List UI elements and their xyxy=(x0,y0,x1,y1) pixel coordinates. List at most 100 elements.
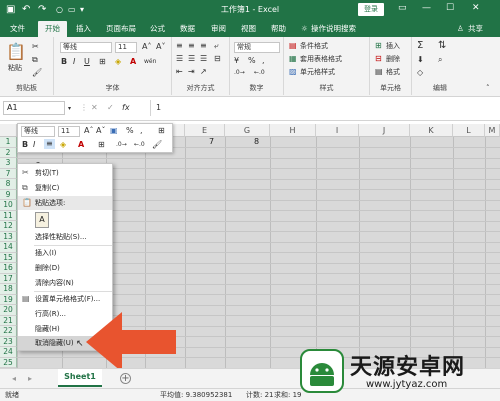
mini-grow-font-icon[interactable]: Aˆ xyxy=(84,126,93,136)
mini-font-color-icon[interactable]: A xyxy=(78,140,84,150)
row-header[interactable]: 23 xyxy=(0,336,17,347)
align-bottom-icon[interactable]: ≡ xyxy=(200,41,207,51)
align-center-icon[interactable]: ☰ xyxy=(188,54,195,64)
tab-file[interactable]: 文件 xyxy=(10,23,25,35)
scroll-left-icon[interactable]: ◂ xyxy=(12,374,16,384)
table-format-button[interactable]: 套用表格格式 xyxy=(300,54,342,64)
login-button[interactable]: 登录 xyxy=(358,3,384,16)
percent-button[interactable]: % xyxy=(248,56,256,66)
share-icon[interactable]: ♙ xyxy=(457,23,464,35)
find-select-icon[interactable]: ⌕ xyxy=(438,55,442,65)
mini-comma-button[interactable]: , xyxy=(140,126,143,136)
formula-input[interactable]: 1 xyxy=(156,103,161,113)
sort-filter-icon[interactable]: ⇅ xyxy=(438,41,446,51)
increase-decimal-icon[interactable]: .0→ xyxy=(234,68,245,78)
row-header[interactable]: 3 xyxy=(0,158,17,169)
format-painter-icon[interactable]: 🖌 xyxy=(32,68,42,78)
row-header[interactable]: 18 xyxy=(0,284,17,295)
tab-review[interactable]: 审阅 xyxy=(211,23,226,35)
sheet-tab[interactable]: Sheet1 xyxy=(58,369,102,387)
row-header[interactable]: 24 xyxy=(0,347,17,358)
clear-icon[interactable]: ◇ xyxy=(417,68,423,78)
fill-icon[interactable]: ⬇ xyxy=(417,55,424,65)
name-box-dropdown-icon[interactable]: ▾ xyxy=(68,104,71,114)
phonetic-icon[interactable]: wén xyxy=(144,57,156,67)
select-all-corner[interactable] xyxy=(0,124,17,137)
mini-shrink-font-icon[interactable]: Aˇ xyxy=(96,126,105,136)
row-header[interactable]: 21 xyxy=(0,315,17,326)
row-header[interactable]: 2 xyxy=(0,147,17,158)
font-size-combo[interactable]: 11 xyxy=(115,42,137,53)
column-header[interactable]: E xyxy=(185,124,225,137)
mini-increase-decimal-icon[interactable]: .0→ xyxy=(116,140,127,150)
insert-cells-button[interactable]: 插入 xyxy=(386,41,400,51)
mini-border-icon[interactable]: ⊞ xyxy=(98,140,105,150)
redo-icon[interactable]: ↷ xyxy=(38,3,46,17)
cancel-icon[interactable]: ✕ xyxy=(91,103,98,113)
conditional-format-button[interactable]: 条件格式 xyxy=(300,41,328,51)
column-header[interactable]: K xyxy=(410,124,453,137)
mini-fill-color-icon[interactable]: ◈ xyxy=(60,140,66,150)
mini-format-cells-icon[interactable]: ⊞ xyxy=(158,126,165,136)
row-header[interactable]: 12 xyxy=(0,221,17,232)
ribbon-display-icon[interactable]: ▭ xyxy=(398,3,407,13)
copy-icon[interactable]: ⧉ xyxy=(32,55,38,65)
name-box[interactable]: A1 xyxy=(3,101,65,115)
shrink-font-icon[interactable]: A˅ xyxy=(156,42,165,52)
fill-color-icon[interactable]: ◈ xyxy=(115,57,121,67)
mini-currency-icon[interactable]: ▣ xyxy=(110,126,118,136)
decrease-indent-icon[interactable]: ⇤ xyxy=(176,67,183,77)
align-left-icon[interactable]: ☰ xyxy=(176,54,183,64)
tell-me-search[interactable]: 操作说明搜索 xyxy=(311,23,356,35)
save-icon[interactable]: ▣ xyxy=(6,3,15,17)
shape-icon[interactable]: ○ xyxy=(56,3,63,17)
row-header[interactable]: 8 xyxy=(0,179,17,190)
wrap-text-icon[interactable]: ⤶ xyxy=(214,41,218,51)
decrease-decimal-icon[interactable]: ←.0 xyxy=(254,68,265,78)
row-header[interactable]: 13 xyxy=(0,231,17,242)
increase-indent-icon[interactable]: ⇥ xyxy=(188,67,195,77)
row-header[interactable]: 20 xyxy=(0,305,17,316)
delete-cells-button[interactable]: 删除 xyxy=(386,54,400,64)
cut-icon[interactable]: ✂ xyxy=(32,42,39,52)
border-icon[interactable]: ⊞ xyxy=(99,57,106,67)
row-header[interactable]: 1 xyxy=(0,137,17,148)
tab-page-layout[interactable]: 页面布局 xyxy=(106,23,136,35)
row-header[interactable]: 17 xyxy=(0,273,17,284)
maximize-icon[interactable]: ☐ xyxy=(446,3,454,13)
cell-h1[interactable]: 8 xyxy=(254,137,259,146)
column-header[interactable]: L xyxy=(453,124,485,137)
menu-delete[interactable]: 删除(D) xyxy=(18,261,112,275)
mini-bold-button[interactable]: B xyxy=(22,140,28,150)
menu-cut[interactable]: ✂ 剪切(T) xyxy=(18,166,112,180)
comma-button[interactable]: , xyxy=(262,56,265,66)
tab-home[interactable]: 开始 xyxy=(38,21,67,37)
insert-function-icon[interactable]: fx xyxy=(122,103,130,113)
autosum-icon[interactable]: Σ xyxy=(417,41,423,51)
minimize-icon[interactable]: — xyxy=(422,3,431,13)
column-header[interactable]: G xyxy=(225,124,270,137)
close-icon[interactable]: ✕ xyxy=(472,3,480,13)
mini-decrease-decimal-icon[interactable]: ←.0 xyxy=(134,140,145,150)
orientation-icon[interactable]: ↗ xyxy=(200,67,207,77)
menu-copy[interactable]: ⧉ 复制(C) xyxy=(18,181,112,195)
font-color-button[interactable]: A xyxy=(130,57,136,67)
scroll-right-icon[interactable]: ▸ xyxy=(28,374,32,384)
row-header[interactable]: 10 xyxy=(0,200,17,211)
merge-icon[interactable]: ⊟ xyxy=(214,54,221,64)
mini-size-combo[interactable]: 11 xyxy=(58,126,80,137)
align-top-icon[interactable]: ≡ xyxy=(176,41,183,51)
paste-clipboard-icon[interactable]: A xyxy=(35,212,49,228)
mini-center-icon[interactable]: ≡ xyxy=(44,139,55,149)
row-header[interactable]: 14 xyxy=(0,242,17,253)
column-header[interactable]: H xyxy=(270,124,316,137)
column-header[interactable]: M xyxy=(485,124,500,137)
add-sheet-button[interactable]: + xyxy=(120,373,131,384)
align-middle-icon[interactable]: ≡ xyxy=(188,41,195,51)
align-right-icon[interactable]: ☰ xyxy=(200,54,207,64)
paste-button[interactable]: 粘贴 xyxy=(8,63,22,73)
share-button[interactable]: 共享 xyxy=(468,23,483,35)
mini-font-combo[interactable]: 等线 xyxy=(21,126,55,137)
tab-data[interactable]: 数据 xyxy=(180,23,195,35)
bold-button[interactable]: B xyxy=(61,57,67,67)
